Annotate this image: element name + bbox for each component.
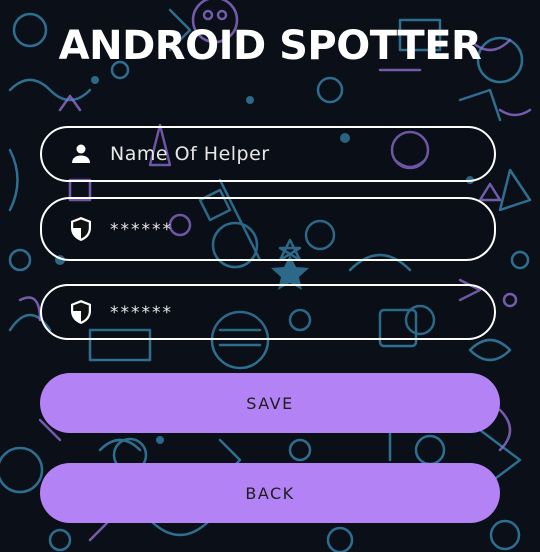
helper-name-input[interactable] [108, 142, 472, 166]
save-button[interactable]: SAVE [40, 373, 500, 433]
password-field[interactable] [40, 197, 496, 261]
app-title: ANDROID SPOTTER [58, 23, 482, 69]
confirm-password-field[interactable] [40, 284, 496, 340]
helper-name-field[interactable] [40, 126, 496, 182]
back-button[interactable]: BACK [40, 463, 500, 523]
shield-icon [68, 216, 94, 242]
person-icon [68, 141, 94, 167]
shield-icon [68, 299, 94, 325]
confirm-password-input[interactable] [108, 300, 472, 324]
password-input[interactable] [108, 217, 472, 241]
